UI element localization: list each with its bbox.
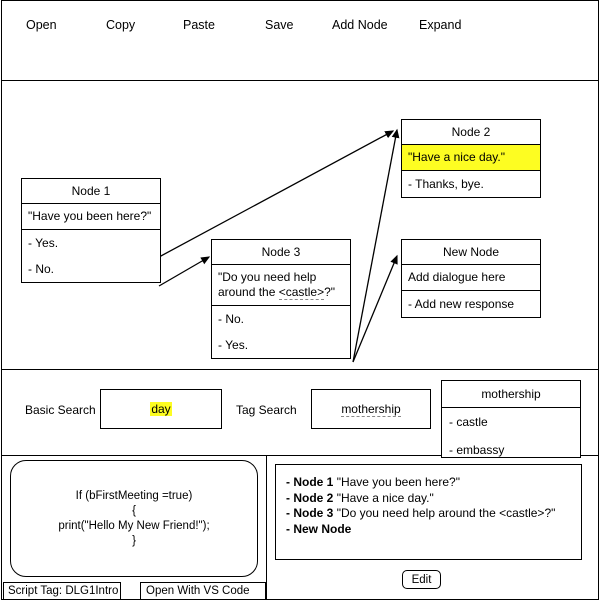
graph-node-node2-dialogue[interactable]: "Have a nice day."	[402, 145, 540, 171]
tag-search-value: mothership	[341, 401, 401, 417]
graph-node-newnode-dialogue[interactable]: Add dialogue here	[402, 265, 540, 291]
node-list-row-node1[interactable]: - Node 1 "Have you been here?"	[286, 475, 573, 491]
node-list-row-node3[interactable]: - Node 3 "Do you need help around the <c…	[286, 506, 573, 522]
edge-node3-no-to-node2	[352, 128, 400, 363]
graph-node-node1[interactable]: Node 1 "Have you been here?" - Yes. - No…	[21, 178, 161, 283]
graph-node-node3-response-1[interactable]: - Yes.	[212, 332, 350, 358]
graph-node-node3-response-0[interactable]: - No.	[212, 306, 350, 332]
graph-node-node3[interactable]: Node 3 "Do you need help around the <cas…	[211, 239, 351, 359]
open-with-vscode-button[interactable]: Open With VS Code	[140, 582, 266, 600]
node-list-row-node2-text: "Have a nice day."	[333, 490, 434, 505]
basic-search-input[interactable]: day	[100, 389, 222, 429]
graph-node-newnode-title: New Node	[402, 240, 540, 265]
graph-node-node1-title: Node 1	[22, 179, 160, 204]
toolbar-button-paste[interactable]: Paste	[183, 18, 215, 32]
basic-search-value: day	[150, 402, 172, 416]
tag-search-input[interactable]: mothership	[311, 389, 431, 429]
node-graph-canvas[interactable]: Node 1 "Have you been here?" - Yes. - No…	[1, 81, 599, 370]
node-list-panel[interactable]: - Node 1 "Have you been here?" - Node 2 …	[275, 464, 582, 560]
graph-node-node2-title: Node 2	[402, 120, 540, 145]
node-list-row-node2[interactable]: - Node 2 "Have a nice day."	[286, 491, 573, 507]
node-list-row-node3-name: Node 3	[293, 506, 334, 520]
tag-suggestion-item-castle[interactable]: - castle	[442, 408, 580, 436]
toolbar: Open Copy Paste Save Add Node Expand	[1, 0, 599, 81]
node-list-row-node3-text: "Do you need help around the <castle>?"	[333, 506, 556, 520]
tag-suggestion-panel[interactable]: mothership - castle - embassy	[441, 380, 581, 458]
toolbar-button-open[interactable]: Open	[26, 18, 57, 32]
graph-node-node1-dialogue[interactable]: "Have you been here?"	[22, 204, 160, 230]
toolbar-button-add-node[interactable]: Add Node	[332, 18, 388, 32]
graph-node-node3-dialogue-tag[interactable]: <castle>	[278, 285, 325, 300]
script-tag-button[interactable]: Script Tag: DLG1Intro	[3, 582, 121, 600]
node-list-row-newnode[interactable]: - New Node	[286, 522, 573, 538]
script-editor-box[interactable]: If (bFirstMeeting =true) { print("Hello …	[10, 460, 258, 577]
graph-node-node3-title: Node 3	[212, 240, 350, 265]
graph-node-node1-response-0[interactable]: - Yes.	[22, 230, 160, 256]
edge-node3-yes-to-newnode	[352, 254, 398, 363]
graph-node-node3-dialogue-suffix: ?"	[324, 285, 336, 299]
graph-node-newnode[interactable]: New Node Add dialogue here - Add new res…	[401, 239, 541, 318]
toolbar-button-save[interactable]: Save	[265, 18, 294, 32]
node-list-row-node1-text: "Have you been here?"	[333, 475, 460, 489]
bottom-panel: If (bFirstMeeting =true) { print("Hello …	[1, 456, 599, 600]
script-editor-code[interactable]: If (bFirstMeeting =true) { print("Hello …	[58, 489, 209, 549]
toolbar-button-expand[interactable]: Expand	[419, 18, 461, 32]
node-list-row-node1-name: Node 1	[293, 475, 334, 489]
graph-node-node1-response-1[interactable]: - No.	[22, 256, 160, 282]
panel-divider	[266, 456, 267, 600]
graph-node-newnode-response-0[interactable]: - Add new response	[402, 291, 540, 317]
edit-button[interactable]: Edit	[402, 570, 441, 589]
node-list-row-newnode-name: New Node	[293, 521, 352, 536]
tag-search-label: Tag Search	[236, 403, 297, 417]
toolbar-button-copy[interactable]: Copy	[106, 18, 135, 32]
dialogue-tree-editor: Open Copy Paste Save Add Node Expand Nod…	[0, 0, 601, 601]
tag-suggestion-title: mothership	[442, 381, 580, 408]
graph-node-node3-dialogue[interactable]: "Do you need help around the <castle>?"	[212, 265, 350, 306]
graph-node-node2[interactable]: Node 2 "Have a nice day." - Thanks, bye.	[401, 119, 541, 198]
edge-node1-no-to-node3	[158, 256, 211, 287]
basic-search-label: Basic Search	[25, 403, 96, 417]
node-list-row-node2-name: Node 2	[293, 490, 334, 505]
tag-suggestion-item-embassy[interactable]: - embassy	[442, 436, 580, 464]
graph-node-node2-response-0[interactable]: - Thanks, bye.	[402, 171, 540, 197]
